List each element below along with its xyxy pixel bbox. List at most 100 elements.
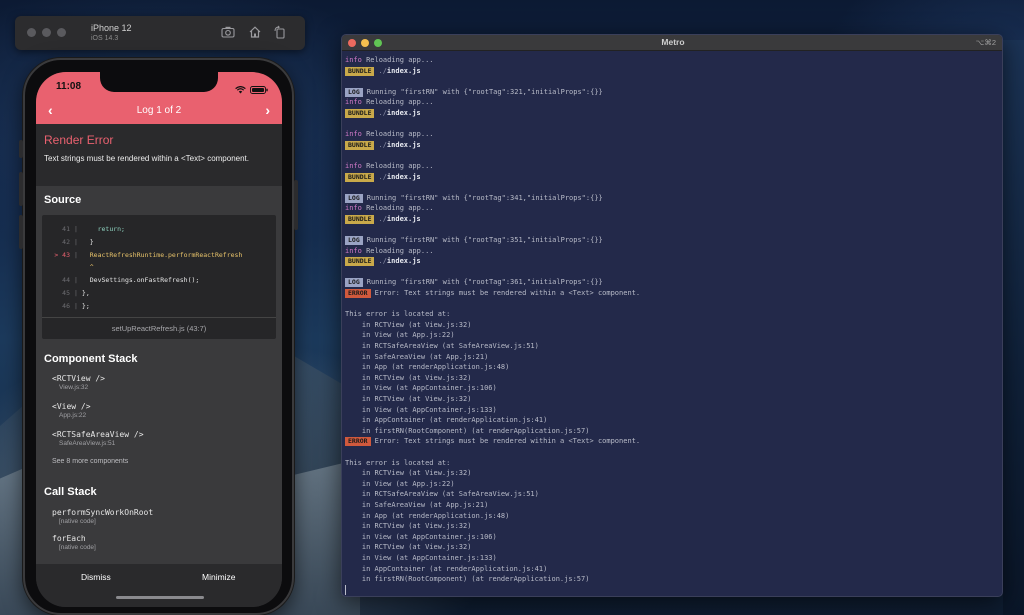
code-text: ^	[81, 263, 94, 272]
terminal-shortcut: ⌥⌘2	[975, 38, 996, 47]
line-gutter	[70, 263, 82, 271]
line-text: in App (at renderApplication.js:48)	[345, 511, 510, 520]
simulator-toolbar: iPhone 12 iOS 14.3	[15, 16, 305, 50]
terminal-line: in RCTSafeAreaView (at SafeAreaView.js:5…	[345, 489, 1001, 500]
code-text: return;	[81, 225, 125, 233]
terminal-line: in View (at AppContainer.js:106)	[345, 532, 1001, 543]
line-text: Error: Text strings must be rendered wit…	[374, 289, 641, 298]
frame-location: [native code]	[59, 518, 96, 525]
line-text: Reloading app...	[366, 130, 434, 139]
terminal-line: in View (at AppContainer.js:133)	[345, 405, 1001, 416]
component-location: SafeAreaView.js:51	[59, 440, 116, 447]
frame-name: forEach	[52, 534, 86, 543]
os-version: iOS 14.3	[91, 35, 119, 42]
home-icon[interactable]	[248, 25, 262, 39]
bundle-badge: BUNDLE	[345, 66, 375, 76]
source-heading: Source	[44, 194, 82, 206]
terminal-line: in AppContainer (at renderApplication.js…	[345, 564, 1001, 575]
volume-down-button	[19, 215, 23, 249]
line-text: index.js	[386, 172, 421, 181]
bundle-badge: BUNDLE	[345, 140, 375, 150]
code-text: DevSettings.onFastRefresh();	[81, 276, 200, 285]
line-text: in firstRN(RootComponent) (at renderAppl…	[345, 426, 590, 435]
terminal-titlebar[interactable]: Metro ⌥⌘2	[342, 35, 1002, 51]
line-text: Running "firstRN" with {"rootTag":321,"i…	[366, 87, 603, 96]
component-stack-item[interactable]: <RCTView /> View.js:32	[52, 374, 105, 391]
component-stack-item[interactable]: <RCTSafeAreaView /> SafeAreaView.js:51	[52, 430, 144, 447]
window-zoom-button[interactable]	[57, 28, 66, 37]
see-more-components-link[interactable]: See 8 more components	[52, 458, 128, 465]
info-label: info	[345, 56, 367, 64]
code-line: 45 |},	[42, 287, 90, 299]
terminal-line: in RCTView (at View.js:32)	[345, 521, 1001, 532]
code-line: 46 |};	[42, 300, 90, 312]
bundle-badge: BUNDLE	[345, 108, 375, 118]
terminal-output[interactable]: info Reloading app... BUNDLE ./index.js LOG…	[345, 55, 1001, 595]
terminal-line: info Reloading app...	[345, 97, 1001, 108]
code-text: };	[81, 301, 90, 310]
code-line: 41 | return;	[42, 223, 125, 235]
info-label: info	[345, 98, 367, 107]
log-badge: LOG	[345, 278, 363, 288]
error-details[interactable]: Source 41 | return; 42 | } > 43 | ReactRefres…	[36, 186, 282, 564]
terminal-cursor	[345, 584, 346, 595]
minimize-button[interactable]: Minimize	[202, 572, 236, 582]
terminal-line: in RCTView (at View.js:32)	[345, 320, 1001, 331]
line-text: Reloading app...	[366, 56, 434, 64]
code-text: },	[81, 289, 90, 297]
path-prefix: ./	[378, 66, 387, 75]
line-text: in View (at AppContainer.js:133)	[345, 553, 497, 562]
line-gutter: |	[74, 237, 78, 246]
terminal-line: in View (at App.js:22)	[345, 479, 1001, 490]
terminal-line: ERROR Error: Text strings must be rendere…	[345, 436, 1001, 447]
line-text: Running "firstRN" with {"rootTag":351,"i…	[366, 236, 603, 245]
line-number: 45	[62, 289, 70, 297]
source-file-location[interactable]: setUpReactRefresh.js (43:7)	[42, 317, 276, 339]
line-text: Error: Text strings must be rendered wit…	[374, 437, 641, 446]
line-text: in firstRN(RootComponent) (at renderAppl…	[345, 575, 590, 584]
line-text: in App (at renderApplication.js:48)	[345, 363, 510, 372]
rotate-icon[interactable]	[273, 25, 287, 39]
log-actions: Dismiss Minimize	[36, 564, 282, 607]
component-location: App.js:22	[59, 412, 87, 419]
component-stack-heading: Component Stack	[44, 353, 138, 365]
line-text: index.js	[386, 140, 421, 149]
component-stack-item[interactable]: <View /> App.js:22	[52, 402, 91, 419]
terminal-line: info Reloading app...	[345, 161, 1001, 172]
dismiss-button[interactable]: Dismiss	[81, 572, 111, 582]
line-text: in RCTSafeAreaView (at SafeAreaView.js:5…	[345, 490, 539, 499]
line-gutter: |	[74, 289, 78, 297]
terminal-line: info Reloading app...	[345, 129, 1001, 140]
line-gutter: |	[74, 250, 78, 259]
component-location: View.js:32	[59, 384, 89, 391]
window-minimize-button[interactable]	[42, 28, 51, 37]
window-close-button[interactable]	[27, 28, 36, 37]
component-name: <RCTView />	[52, 374, 105, 383]
home-indicator[interactable]	[116, 596, 204, 599]
terminal-line: in View (at App.js:22)	[345, 330, 1001, 341]
phone-screen: 11:08 ‹ Log 1 of 2 › Render Error Text s…	[36, 72, 282, 607]
next-log-button[interactable]: ›	[265, 102, 270, 118]
terminal-line: in RCTSafeAreaView (at SafeAreaView.js:5…	[345, 341, 1001, 352]
terminal-line: BUNDLE ./index.js	[345, 108, 1001, 119]
volume-up-button	[19, 172, 23, 206]
line-number: 41	[62, 225, 70, 233]
power-button	[294, 180, 298, 230]
status-bar: 11:08	[36, 72, 282, 98]
call-stack-frame[interactable]: forEach [native code]	[52, 534, 96, 551]
line-text: This error is located at:	[345, 458, 451, 467]
terminal-line: BUNDLE ./index.js	[345, 172, 1001, 183]
line-text: in RCTView (at View.js:32)	[345, 522, 472, 531]
terminal-line: BUNDLE ./index.js	[345, 214, 1001, 225]
screenshot-icon[interactable]	[221, 25, 235, 39]
line-text: in RCTView (at View.js:32)	[345, 469, 472, 478]
code-text: }	[81, 237, 94, 246]
terminal-line: This error is located at:	[345, 458, 1001, 469]
call-stack-frame[interactable]: performSyncWorkOnRoot [native code]	[52, 508, 153, 525]
log-badge: LOG	[345, 87, 363, 97]
path-prefix: ./	[378, 172, 387, 181]
line-number: 44	[62, 276, 70, 285]
line-number: > 43	[54, 250, 70, 259]
terminal-line: info Reloading app...	[345, 55, 1001, 66]
